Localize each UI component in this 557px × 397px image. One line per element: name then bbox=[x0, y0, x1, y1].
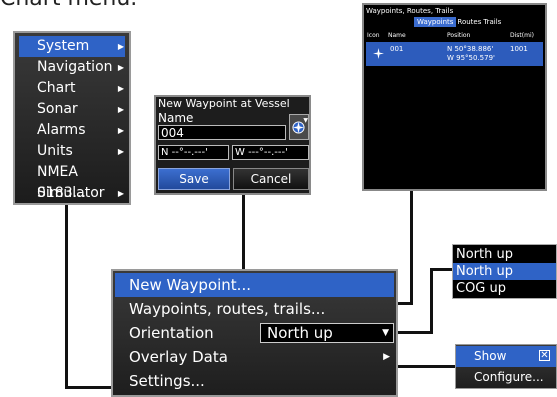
chevron-right-icon: ▶ bbox=[117, 147, 124, 156]
dropdown-option-north-up[interactable]: North up bbox=[453, 263, 556, 280]
name-label: Name bbox=[158, 111, 194, 125]
menu-item-nmea[interactable]: NMEA 0183... bbox=[19, 162, 125, 201]
waypoint-latitude: N 50°38.886' bbox=[447, 45, 494, 53]
connector-line bbox=[410, 191, 413, 303]
submenu-item-configure[interactable]: Configure... bbox=[456, 367, 556, 388]
menu-item-label: Overlay Data bbox=[129, 348, 228, 366]
menu-item-system[interactable]: System ▶ bbox=[19, 36, 125, 57]
menu-item-label: System bbox=[37, 38, 90, 54]
tab-routes[interactable]: Routes bbox=[456, 17, 482, 27]
connector-line bbox=[242, 195, 245, 269]
menu-item-label: Sonar bbox=[37, 101, 78, 117]
waypoint-marker-icon bbox=[373, 48, 384, 59]
menu-item-new-waypoint[interactable]: New Waypoint... bbox=[115, 273, 394, 297]
chevron-down-icon: ▼ bbox=[303, 117, 308, 124]
dialog-title: New Waypoint at Vessel bbox=[158, 97, 290, 110]
menu-item-sonar[interactable]: Sonar ▶ bbox=[19, 99, 125, 120]
menu-item-alarms[interactable]: Alarms ▶ bbox=[19, 120, 125, 141]
menu-item-label: Alarms bbox=[37, 122, 86, 138]
menu-item-label: Navigation bbox=[37, 59, 113, 75]
tab-bar: Waypoints Routes Trails bbox=[414, 17, 502, 27]
chevron-right-icon: ▶ bbox=[117, 84, 124, 93]
latitude-field[interactable]: N --°--.---' bbox=[158, 145, 229, 160]
connector-line bbox=[65, 205, 68, 388]
menu-item-navigation[interactable]: Navigation ▶ bbox=[19, 57, 125, 78]
menu-item-label: Orientation bbox=[129, 324, 214, 342]
chevron-right-icon: ▶ bbox=[117, 63, 124, 72]
name-field[interactable]: 004 bbox=[158, 125, 286, 140]
chevron-down-icon: ▼ bbox=[382, 328, 389, 338]
longitude-field[interactable]: W ---°--.---' bbox=[232, 145, 309, 160]
waypoint-longitude: W 95°50.579' bbox=[447, 54, 495, 62]
waypoint-distance: 1001 bbox=[510, 45, 528, 53]
column-header-dist: Dist(mi) bbox=[510, 32, 534, 39]
connector-line bbox=[430, 268, 453, 271]
waypoint-name: 001 bbox=[390, 45, 404, 53]
menu-item-label: Show bbox=[474, 349, 507, 363]
menu-item-label: Configure... bbox=[474, 370, 544, 384]
column-header-icon: Icon bbox=[367, 32, 380, 39]
connector-line bbox=[65, 386, 113, 389]
overlay-data-submenu: Show ✕ Configure... bbox=[455, 344, 557, 389]
menu-item-simulator[interactable]: Simulator ▶ bbox=[19, 183, 125, 204]
menu-item-label: Simulator bbox=[37, 185, 105, 201]
new-waypoint-dialog: New Waypoint at Vessel Name 004 ▼ N --°-… bbox=[154, 95, 311, 195]
chevron-right-icon: ▶ bbox=[117, 105, 124, 114]
menu-item-label: New Waypoint... bbox=[129, 276, 251, 294]
save-button[interactable]: Save bbox=[158, 168, 230, 190]
orientation-value: North up bbox=[267, 324, 333, 342]
menu-item-orientation[interactable]: Orientation North up ▼ bbox=[115, 321, 394, 345]
tab-trails[interactable]: Trails bbox=[482, 17, 502, 27]
system-menu: System ▶ Navigation ▶ Chart ▶ Sonar ▶ Al… bbox=[13, 31, 131, 205]
tab-waypoints[interactable]: Waypoints bbox=[414, 17, 457, 27]
cancel-button[interactable]: Cancel bbox=[233, 168, 309, 190]
dropdown-option-north-up[interactable]: North up bbox=[453, 246, 556, 263]
connector-line bbox=[398, 302, 413, 305]
menu-item-label: Chart bbox=[37, 80, 76, 96]
chevron-right-icon: ▶ bbox=[117, 126, 124, 135]
waypoints-screen: Waypoints, Routes, Trails Waypoints Route… bbox=[362, 3, 547, 191]
connector-line bbox=[398, 331, 433, 334]
submenu-item-show[interactable]: Show ✕ bbox=[456, 346, 556, 367]
dropdown-option-cog-up[interactable]: COG up bbox=[453, 280, 556, 297]
chevron-right-icon: ▶ bbox=[117, 189, 124, 198]
orientation-dropdown: North up North up COG up bbox=[452, 244, 557, 299]
connector-line bbox=[398, 365, 455, 368]
menu-item-waypoints-routes-trails[interactable]: Waypoints, routes, trails... bbox=[115, 297, 394, 321]
menu-item-chart[interactable]: Chart ▶ bbox=[19, 78, 125, 99]
table-row[interactable]: 001 N 50°38.886' W 95°50.579' 1001 bbox=[366, 42, 543, 66]
chevron-right-icon: ▶ bbox=[383, 352, 390, 362]
screen-title: Waypoints, Routes, Trails bbox=[366, 7, 454, 15]
chevron-right-icon: ▶ bbox=[117, 42, 124, 51]
connector-line bbox=[430, 268, 433, 332]
menu-item-overlay-data[interactable]: Overlay Data ▶ bbox=[115, 345, 394, 369]
checkbox[interactable]: ✕ bbox=[539, 350, 550, 361]
chart-menu: New Waypoint... Waypoints, routes, trail… bbox=[111, 269, 398, 397]
column-header-position: Position bbox=[447, 32, 471, 39]
page-heading: Chart menu. bbox=[0, 0, 137, 11]
menu-item-label: Waypoints, routes, trails... bbox=[129, 300, 326, 318]
menu-item-units[interactable]: Units ▶ bbox=[19, 141, 125, 162]
column-header-name: Name bbox=[388, 32, 406, 39]
menu-item-settings[interactable]: Settings... bbox=[115, 369, 394, 393]
menu-item-label: Settings... bbox=[129, 372, 205, 390]
waypoint-icon-select[interactable]: ▼ bbox=[289, 114, 309, 140]
menu-item-label: Units bbox=[37, 143, 73, 159]
orientation-select[interactable]: North up ▼ bbox=[260, 323, 394, 343]
